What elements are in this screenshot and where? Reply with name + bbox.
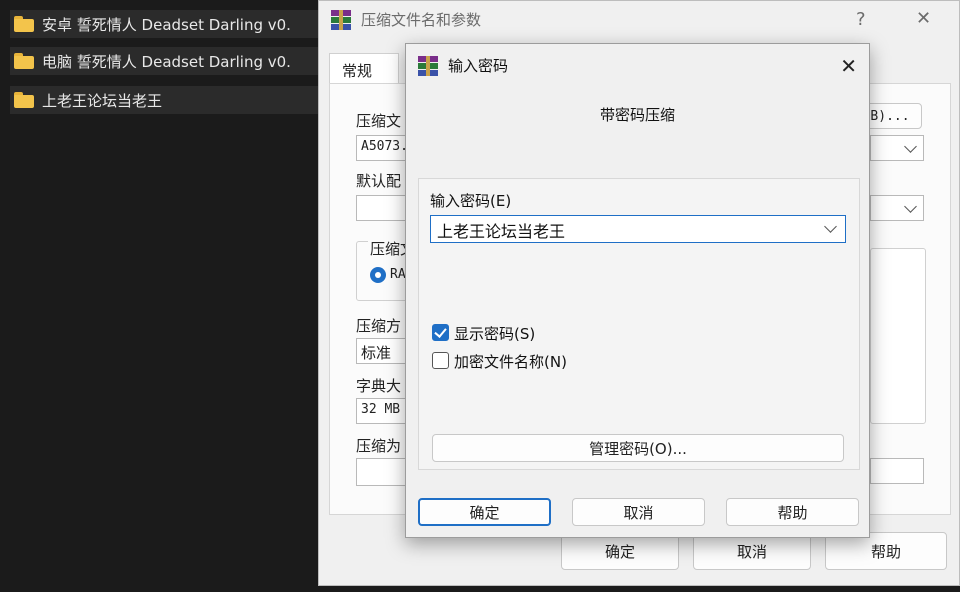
password-value: 上老王论坛当老王 bbox=[437, 222, 566, 241]
password-set-field[interactable] bbox=[870, 458, 924, 484]
default-profile-label: 默认配 bbox=[356, 172, 402, 190]
folder-icon bbox=[14, 53, 34, 69]
close-icon[interactable]: ✕ bbox=[916, 8, 931, 29]
encrypt-filenames-label: 加密文件名称(N) bbox=[454, 353, 567, 371]
folder-name: 安卓 誓死情人 Deadset Darling v0. bbox=[42, 15, 291, 34]
chevron-down-icon bbox=[904, 200, 917, 213]
chevron-down-icon bbox=[904, 140, 917, 153]
folder-name: 上老王论坛当老王 bbox=[42, 91, 163, 110]
password-input[interactable]: 上老王论坛当老王 bbox=[430, 215, 846, 243]
dialog-title: 压缩文件名和参数 bbox=[361, 11, 482, 29]
folder-item[interactable]: 上老王论坛当老王 bbox=[10, 86, 332, 114]
help-button[interactable]: 帮助 bbox=[726, 498, 859, 526]
method-label: 压缩方 bbox=[356, 317, 402, 335]
help-icon[interactable]: ? bbox=[856, 9, 866, 30]
winrar-icon bbox=[331, 10, 351, 30]
options-groupbox bbox=[870, 248, 926, 424]
password-dialog: 输入密码 ✕ 带密码压缩 输入密码(E) 上老王论坛当老王 显示密码(S) 加密… bbox=[405, 43, 870, 538]
close-icon[interactable]: ✕ bbox=[840, 54, 857, 78]
folder-icon bbox=[14, 92, 34, 108]
password-label: 输入密码(E) bbox=[430, 192, 512, 210]
folder-icon bbox=[14, 16, 34, 32]
show-password-label: 显示密码(S) bbox=[454, 325, 536, 343]
title-bar: 压缩文件名和参数 ? ✕ bbox=[319, 1, 959, 37]
manage-passwords-button[interactable]: 管理密码(O)... bbox=[432, 434, 844, 462]
folder-name: 电脑 誓死情人 Deadset Darling v0. bbox=[42, 52, 291, 71]
folder-item[interactable]: 电脑 誓死情人 Deadset Darling v0. bbox=[10, 47, 332, 75]
ok-button[interactable]: 确定 bbox=[418, 498, 551, 526]
split-label: 压缩为 bbox=[356, 437, 402, 455]
dialog-heading: 带密码压缩 bbox=[599, 106, 675, 124]
show-password-checkbox[interactable] bbox=[432, 324, 449, 341]
format-rar-radio[interactable] bbox=[370, 267, 386, 283]
update-mode-dropdown[interactable] bbox=[870, 195, 924, 221]
chevron-down-icon[interactable] bbox=[824, 220, 837, 233]
archive-name-dropdown[interactable] bbox=[870, 135, 924, 161]
dictionary-label: 字典大 bbox=[356, 377, 402, 395]
cancel-button[interactable]: 取消 bbox=[572, 498, 705, 526]
folder-item[interactable]: 安卓 誓死情人 Deadset Darling v0. bbox=[10, 10, 332, 38]
archive-name-label: 压缩文 bbox=[356, 112, 402, 130]
encrypt-filenames-checkbox[interactable] bbox=[432, 352, 449, 369]
format-rar-label: RA bbox=[390, 267, 406, 282]
tab-general[interactable]: 常规 bbox=[329, 53, 399, 83]
dialog-title: 输入密码 bbox=[448, 57, 509, 75]
winrar-icon bbox=[418, 56, 438, 76]
